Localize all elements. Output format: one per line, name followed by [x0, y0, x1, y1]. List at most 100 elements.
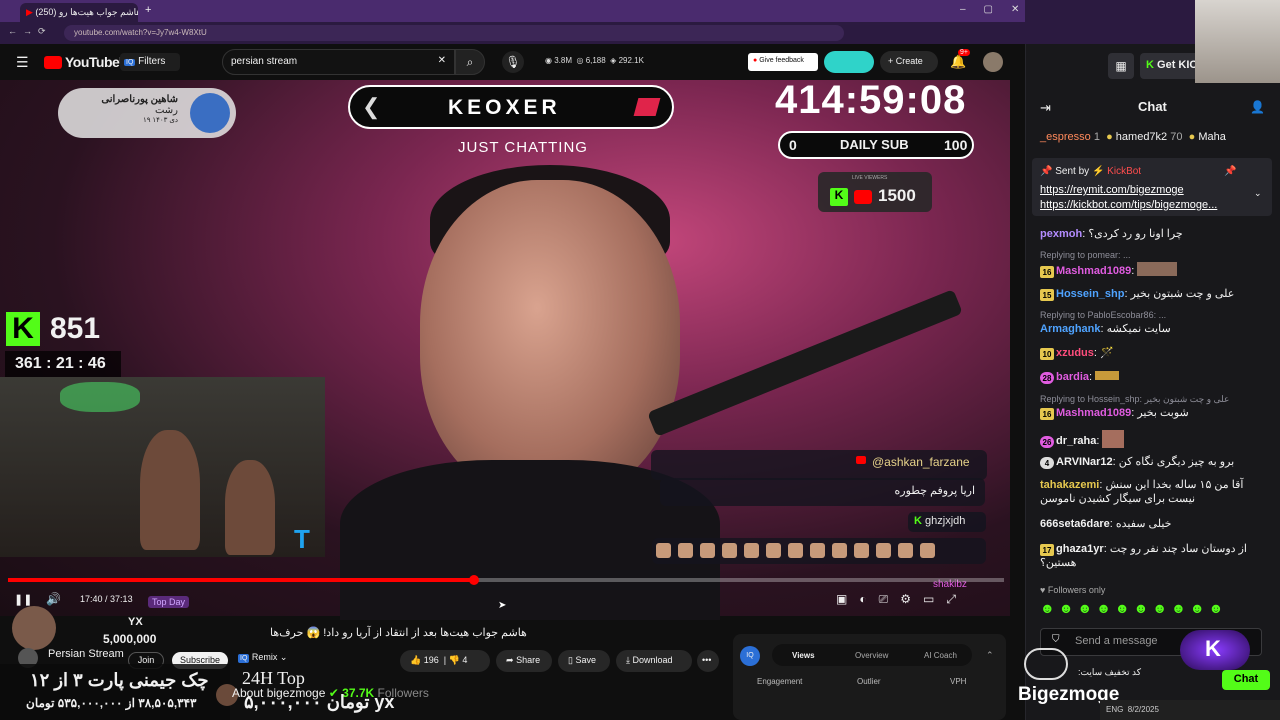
chat-message[interactable]: 4 ARVINar12: برو به چیز دیگری نگاه کن [1040, 455, 1268, 469]
search-input[interactable]: persian stream ✕ [222, 49, 455, 75]
sub-badge-icon: 10 [1040, 348, 1054, 360]
pinned-link-1[interactable]: https://reymit.com/bigezmoge [1040, 184, 1184, 196]
search-button[interactable]: ⌕ [455, 49, 485, 75]
create-button[interactable]: + Create [880, 51, 938, 73]
gift-amount: 5,000,000 [103, 632, 157, 646]
collapse-chat-icon[interactable]: ⇥ [1040, 100, 1051, 116]
emote-icon [832, 543, 847, 558]
mouse-cursor-icon: ➤ [498, 600, 507, 611]
emote-icon [1102, 430, 1125, 448]
remix-button[interactable]: IQ Remix ⌄ [238, 652, 287, 663]
like-dislike-button[interactable]: 👍 196 | 👎 4 [400, 650, 490, 672]
webcam-person-2 [225, 460, 275, 555]
channel-name[interactable]: Persian Stream [48, 648, 124, 660]
captions-icon[interactable]: ⎚ [879, 592, 901, 606]
extension-button[interactable] [824, 51, 874, 73]
emote-icon [788, 543, 803, 558]
tab-views[interactable]: Views [792, 651, 815, 660]
url-field[interactable]: youtube.com/watch?v=Jy7w4-W8XtU [64, 25, 844, 41]
top-donor-amount: ۵,۰۰۰,۰۰۰ تومان yx [244, 692, 395, 712]
expand-chevron-icon[interactable]: ⌄ [1254, 188, 1262, 199]
emote-quick-bar[interactable]: ☻☻☻☻☻☻☻☻☻☻ [1040, 600, 1270, 620]
guest-date: ۱۹ دی ۱۴۰۳ [142, 117, 178, 124]
tab-overview[interactable]: Overview [855, 651, 888, 660]
pinned-sender: 📌 Sent by ⚡ KickBot [1040, 166, 1142, 177]
menu-icon[interactable]: ☰ [16, 54, 29, 71]
video-title: هاشم جواب هیت‌ها بعد از انتقاد از آریا ر… [270, 627, 527, 639]
clear-search-icon[interactable]: ✕ [438, 55, 446, 66]
nav-buttons[interactable]: ←→⟳ [8, 26, 52, 37]
tab-ai-coach[interactable]: AI Coach [924, 651, 957, 660]
t-logo-icon: T [294, 524, 310, 554]
badge-icon: 28 [1040, 372, 1054, 384]
bot-icon: ⚡ [1091, 166, 1105, 177]
chat-message[interactable]: 15 Hossein_shp: علی و چت شبتون بخیر [1040, 287, 1268, 301]
pinned-link-2[interactable]: https://kickbot.com/tips/bigezmoge... [1040, 199, 1217, 211]
guest-city: رشت [154, 105, 178, 116]
chat-message[interactable]: 10 xzudus: 🪄 [1040, 346, 1268, 360]
emote-icon: 🪄 [1100, 347, 1114, 359]
followers-only-notice: ♥ Followers only [1040, 585, 1106, 595]
pause-icon[interactable]: ❚❚ [14, 593, 32, 606]
emote-icon [898, 543, 913, 558]
account-avatar[interactable] [983, 52, 1003, 72]
notifications-bell-icon[interactable]: 🔔 9+ [950, 49, 970, 70]
theater-icon[interactable]: ▭ [923, 592, 946, 606]
unpin-icon[interactable]: 📌 [1224, 166, 1236, 177]
chat-message[interactable]: 666seta6dare: خیلی سفیده [1040, 517, 1268, 531]
donation-goal-progress: ۳۸,۵۰۵,۳۴۳ از ۵۳۵,۰۰۰,۰۰۰ تومان [26, 696, 197, 710]
metric-vph: VPH [950, 677, 967, 686]
youtube-small-icon [856, 456, 866, 464]
chat-message[interactable]: 16 Mashmad1089: شوبت بخیر [1040, 406, 1268, 420]
fullscreen-icon[interactable]: ⤢ [946, 592, 968, 606]
emote-icon [810, 543, 825, 558]
volume-icon[interactable]: 🔊 [46, 592, 61, 606]
chat-message[interactable]: tahakazemi: آقا من ۱۵ ساله بخدا این سنش … [1040, 478, 1268, 506]
emote-icon [678, 543, 693, 558]
chat-message[interactable]: 28 bardia: [1040, 370, 1268, 384]
save-button[interactable]: ▯ Save [558, 650, 610, 672]
gift-avatar [12, 606, 56, 650]
reply-context: Replying to Hossein_shp: علی و چت شبتون … [1040, 394, 1230, 404]
settings-gear-icon[interactable]: ⚙ [900, 592, 923, 606]
overlay-emotes-row [652, 538, 986, 564]
autoplay-icon[interactable]: ◐ [859, 592, 878, 606]
webcam-person-1 [140, 430, 200, 550]
iq-player-icon[interactable]: ▣ [836, 592, 859, 606]
chat-message[interactable]: 17 ghaza1yr: از دوستان ساد چند نفر رو چت … [1040, 542, 1268, 570]
iq-icon: IQ [238, 654, 250, 663]
collapse-chevron-icon[interactable]: ⌃ [986, 650, 994, 661]
chat-message[interactable]: pexmoh: چرا اونا رو رد کردی؟ [1040, 227, 1268, 241]
top-gifters: _espresso 1 ● hamed7k2 70 ● Maha [1040, 131, 1226, 143]
guest-avatar [190, 93, 230, 133]
filters-button[interactable]: IQ Filters [120, 53, 180, 71]
reply-context: Replying to pomear: ... [1040, 250, 1131, 260]
mic-icon: 🎙 [505, 55, 521, 69]
kick-icon: K [830, 188, 848, 206]
voice-search-button[interactable]: 🎙 [502, 51, 524, 73]
chat-message[interactable]: 16 Mashmad1089: [1040, 262, 1268, 278]
guest-name: شاهین پورناصرانی [101, 94, 178, 105]
subs-icon: ◈ [610, 56, 617, 65]
chat-message[interactable]: 26 dr_raha: [1040, 430, 1268, 448]
emote-icon[interactable]: ☻☻☻☻☻☻☻☻☻☻ [1040, 600, 1227, 616]
chat-message[interactable]: Armaghank: سایت نمیکشه [1040, 322, 1268, 336]
more-actions-button[interactable]: ••• [697, 650, 719, 672]
browser-tab[interactable]: ▶ (250) هاشم جواب هیت‌ها رو... ✕ [20, 3, 138, 22]
player-right-controls[interactable]: ▣◐⎚⚙▭⤢ [836, 592, 968, 607]
emote-icon [876, 543, 891, 558]
download-button[interactable]: ⤓ Download [616, 650, 692, 672]
eye-icon: ◎ [576, 56, 584, 65]
streamer-webcam [1195, 0, 1280, 83]
chat-send-button[interactable]: Chat [1222, 670, 1270, 690]
users-icon[interactable]: 👤 [1250, 100, 1265, 114]
time-display: 17:40 / 37:13 [80, 594, 133, 604]
search-icon: ⌕ [466, 55, 474, 69]
new-tab-button[interactable]: + [145, 4, 151, 16]
share-button[interactable]: ➦ Share [496, 650, 552, 672]
emote-icon [744, 543, 759, 558]
layout-icon[interactable]: ▦ [1108, 53, 1134, 79]
youtube-logo[interactable]: YouTubePL [44, 54, 126, 70]
give-feedback-button[interactable]: ● Give feedback [748, 53, 818, 71]
kick-small-icon: K [914, 515, 922, 527]
